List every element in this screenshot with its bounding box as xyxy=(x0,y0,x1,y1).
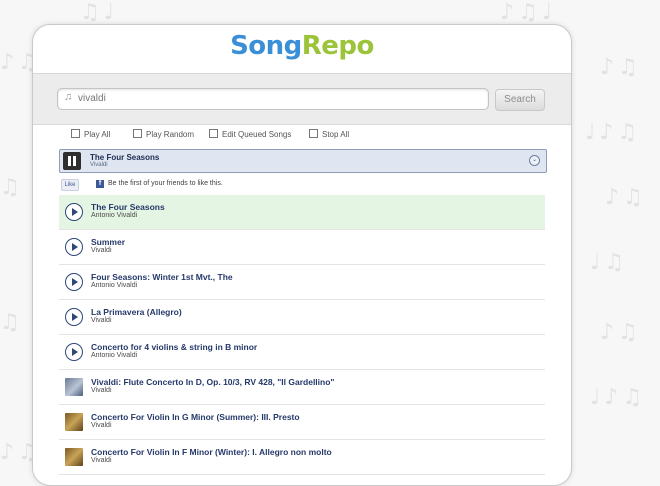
search-input[interactable] xyxy=(78,91,478,106)
checkbox-icon xyxy=(133,129,142,138)
song-artist: Antonio Vivaldi xyxy=(91,282,138,289)
logo-part-repo: Repo xyxy=(301,31,375,61)
song-title[interactable]: Four Seasons: Winter 1st Mvt., The xyxy=(91,272,233,282)
background-music-note-icon: ♩♪♫ xyxy=(585,120,642,145)
search-field[interactable]: ♫ xyxy=(57,88,489,110)
song-row[interactable]: The Four Seasons Antonio Vivaldi xyxy=(59,195,545,230)
background-music-note-icon: ♪♫♩ xyxy=(500,0,557,25)
stop-all-button[interactable]: Stop All xyxy=(309,129,349,139)
song-row[interactable]: Concerto For Violin In G Minor (Summer):… xyxy=(59,405,545,440)
now-playing-title: The Four Seasons xyxy=(90,153,160,162)
play-icon[interactable] xyxy=(65,238,83,256)
now-playing-bar: The Four Seasons Vivaldi ⌄ xyxy=(59,149,547,173)
song-title[interactable]: Concerto For Violin In F Minor (Winter):… xyxy=(91,447,332,457)
song-artist: Vivaldi xyxy=(91,422,112,429)
edit-queued-songs-button[interactable]: Edit Queued Songs xyxy=(209,129,291,139)
song-artist: Antonio Vivaldi xyxy=(91,352,138,359)
song-artist: Antonio Vivaldi xyxy=(91,212,138,219)
search-bar: ♫ Search xyxy=(33,73,571,125)
pause-icon xyxy=(68,156,71,166)
play-all-button[interactable]: Play All xyxy=(71,129,110,139)
album-art-thumbnail[interactable] xyxy=(65,448,83,466)
song-title[interactable]: La Primavera (Allegro) xyxy=(91,307,182,317)
song-title[interactable]: Concerto for 4 violins & string in B min… xyxy=(91,342,257,352)
album-art-thumbnail[interactable] xyxy=(65,413,83,431)
play-icon[interactable] xyxy=(65,308,83,326)
song-title[interactable]: The Four Seasons xyxy=(91,202,165,212)
edit-queued-songs-label: Edit Queued Songs xyxy=(222,130,292,139)
song-artist: Vivaldi xyxy=(91,387,112,394)
song-artist: Vivaldi xyxy=(91,317,112,324)
logo-part-song: Song xyxy=(230,31,302,61)
album-art-thumbnail[interactable] xyxy=(65,378,83,396)
background-music-note-icon: ♪♫ xyxy=(600,320,642,345)
checkbox-icon xyxy=(309,129,318,138)
facebook-icon: f xyxy=(96,180,104,188)
song-artist: Vivaldi xyxy=(91,457,112,464)
song-row[interactable]: Four Seasons: Winter 1st Mvt., The Antoni… xyxy=(59,265,545,300)
checkbox-icon xyxy=(71,129,80,138)
song-artist: Vivaldi xyxy=(91,247,112,254)
background-music-note-icon: ♩♫ xyxy=(590,250,629,275)
now-playing-artist: Vivaldi xyxy=(90,162,108,168)
song-row[interactable]: Summer Vivaldi xyxy=(59,230,545,265)
checkbox-icon xyxy=(209,129,218,138)
song-list: The Four Seasons Antonio Vivaldi Summer Viv… xyxy=(59,195,545,475)
song-row[interactable]: Vivaldi: Flute Concerto In D, Op. 10/3, … xyxy=(59,370,545,405)
play-random-label: Play Random xyxy=(146,130,195,139)
song-title[interactable]: Vivaldi: Flute Concerto In D, Op. 10/3, … xyxy=(91,377,334,387)
song-title[interactable]: Concerto For Violin In G Minor (Summer):… xyxy=(91,412,300,422)
song-title[interactable]: Summer xyxy=(91,237,125,247)
facebook-like-text: Be the first of your friends to like thi… xyxy=(108,180,223,187)
player-options-icon[interactable]: ⌄ xyxy=(529,155,540,166)
song-row[interactable]: Concerto for 4 violins & string in B min… xyxy=(59,335,545,370)
search-button[interactable]: Search xyxy=(495,89,545,111)
songrepo-logo[interactable]: SongRepo xyxy=(33,31,571,61)
song-row[interactable]: La Primavera (Allegro) Vivaldi xyxy=(59,300,545,335)
main-card: SongRepo ♫ Search Play All Play Random E… xyxy=(32,24,572,486)
background-music-note-icon: ♫♩ xyxy=(80,0,119,25)
play-all-label: Play All xyxy=(84,130,111,139)
play-icon[interactable] xyxy=(65,203,83,221)
facebook-like-button[interactable]: Like xyxy=(61,179,79,191)
play-icon[interactable] xyxy=(65,343,83,361)
play-icon[interactable] xyxy=(65,273,83,291)
background-music-note-icon: ♫ xyxy=(0,175,24,200)
pause-button[interactable] xyxy=(63,152,81,170)
stop-all-label: Stop All xyxy=(322,130,350,139)
background-music-note-icon: ♪♫ xyxy=(605,185,647,210)
background-music-note-icon: ♫ xyxy=(0,310,24,335)
background-music-note-icon: ♩♪♫ xyxy=(590,385,647,410)
music-note-icon: ♫ xyxy=(64,91,73,103)
play-random-button[interactable]: Play Random xyxy=(133,129,194,139)
background-music-note-icon: ♪♫ xyxy=(600,55,642,80)
